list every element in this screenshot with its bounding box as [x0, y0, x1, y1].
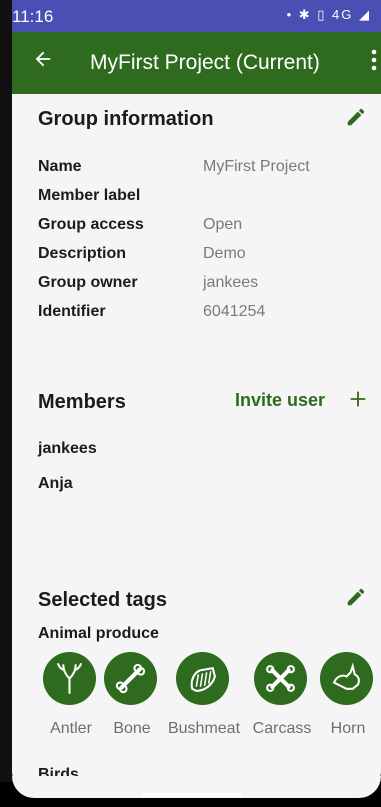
members-title: Members: [38, 391, 126, 413]
info-label: Name: [38, 158, 82, 175]
tag-label: Bushmeat: [167, 720, 241, 737]
status-bar: 11:16 • ✱ ▯ 4G ◢: [12, 0, 381, 32]
more-vert-icon[interactable]: [367, 48, 381, 72]
bushmeat-icon: [190, 667, 216, 692]
tag-icon-circle: [320, 652, 373, 705]
info-value: Demo: [203, 245, 246, 262]
group-info-title: Group information: [38, 108, 214, 130]
info-value: jankees: [203, 274, 259, 291]
back-arrow-icon[interactable]: [32, 48, 54, 70]
carcass-icon: [266, 665, 295, 692]
info-label: Description: [38, 245, 127, 262]
info-label: Identifier: [38, 303, 106, 320]
edit-group-icon[interactable]: [345, 106, 367, 128]
status-time: 11:16: [12, 7, 54, 26]
tag-icon-circle: [104, 652, 157, 705]
info-row-group-access: Group access Open: [38, 216, 358, 238]
invite-user-button[interactable]: Invite user: [235, 388, 375, 414]
tag-category-title: Animal produce: [38, 625, 159, 642]
edit-tags-icon[interactable]: [345, 586, 367, 608]
member-item[interactable]: jankees: [38, 440, 97, 458]
tag-bushmeat[interactable]: Bushmeat: [168, 652, 240, 752]
content-scroll[interactable]: Group information Name MyFirst Project M…: [12, 94, 381, 796]
phone-frame: 11:16 • ✱ ▯ 4G ◢ MyFirst Project (Curren…: [0, 0, 381, 807]
selected-tags-title: Selected tags: [38, 589, 167, 611]
member-item[interactable]: Anja: [38, 475, 73, 493]
horn-icon: [332, 662, 360, 690]
info-label: Member label: [38, 187, 141, 204]
screen: 11:16 • ✱ ▯ 4G ◢ MyFirst Project (Curren…: [12, 0, 381, 796]
tag-bone[interactable]: Bone: [96, 652, 168, 752]
info-row-description: Description Demo: [38, 245, 358, 267]
info-row-group-owner: Group owner jankees: [38, 274, 358, 296]
plus-icon: [350, 391, 366, 407]
tag-icon-circle: [254, 652, 307, 705]
tag-label: Horn: [330, 720, 366, 737]
info-row-name: Name MyFirst Project: [38, 158, 358, 180]
page-title: MyFirst Project (Current): [90, 51, 320, 74]
info-value: Open: [203, 216, 243, 233]
info-label: Group access: [38, 216, 144, 233]
info-row-identifier: Identifier 6041254: [38, 303, 358, 325]
info-label: Group owner: [38, 274, 138, 291]
tag-horn[interactable]: Horn: [312, 652, 381, 752]
invite-user-label: Invite user: [235, 390, 326, 410]
app-bar: MyFirst Project (Current): [12, 32, 381, 94]
tag-icon-circle: [176, 652, 229, 705]
info-value: MyFirst Project: [203, 158, 310, 175]
antler-icon: [57, 663, 82, 694]
home-indicator[interactable]: [142, 793, 242, 797]
info-row-member-label: Member label: [38, 187, 358, 209]
status-icons: • ✱ ▯ 4G ◢: [286, 7, 371, 22]
info-value: 6041254: [203, 303, 266, 320]
tag-icon-circle: [43, 652, 96, 705]
bone-icon: [115, 663, 146, 694]
